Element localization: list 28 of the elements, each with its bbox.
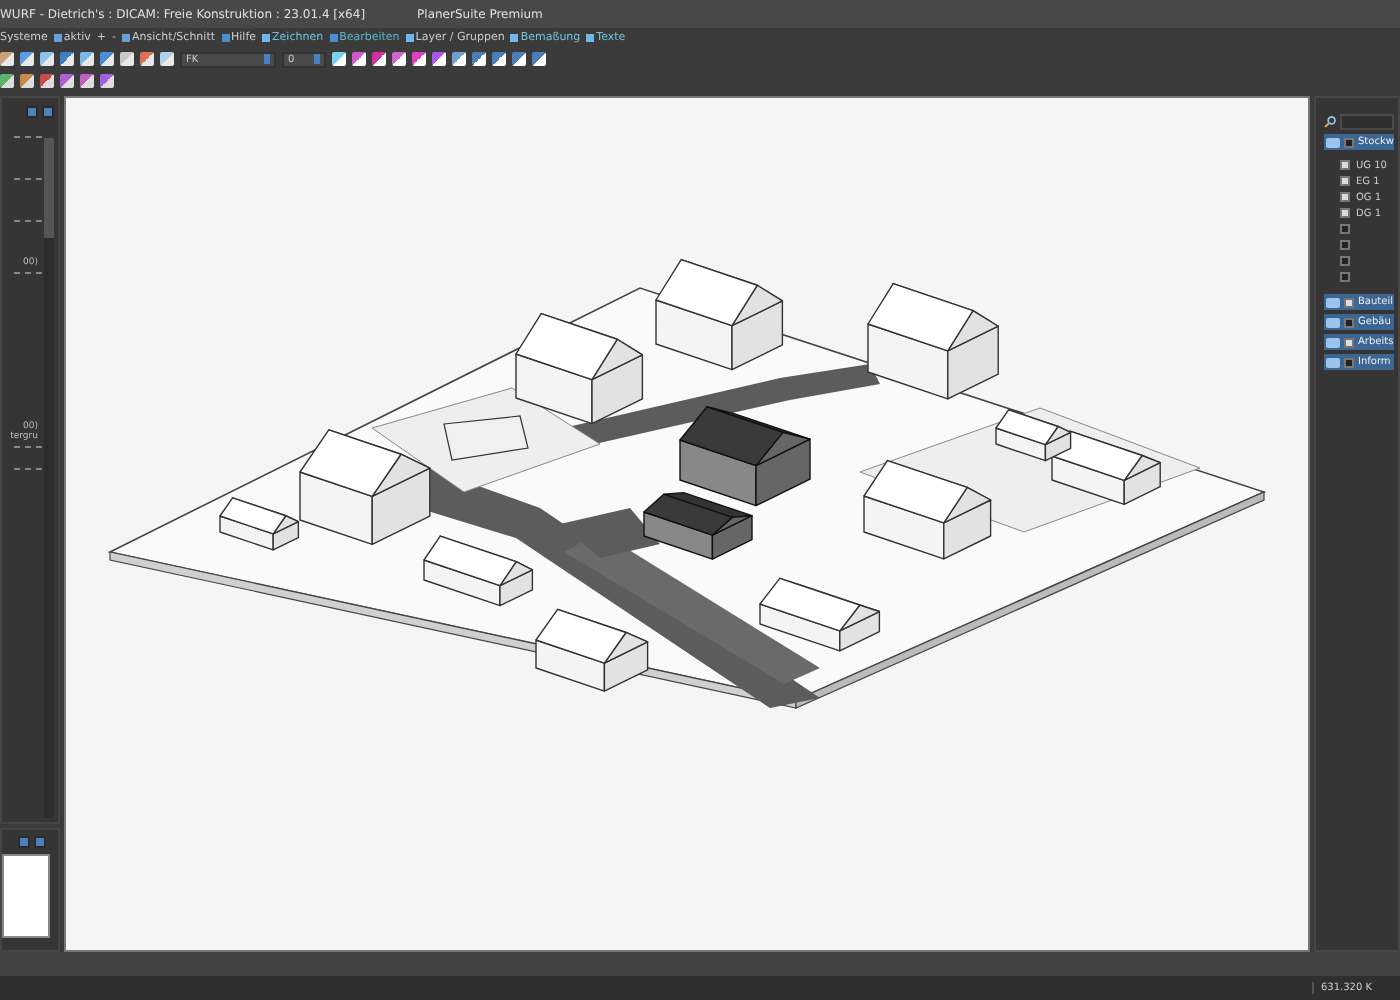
driveway [560,508,660,558]
scrollbar[interactable] [44,138,54,818]
checkbox[interactable] [1340,160,1350,170]
checkbox[interactable] [1340,208,1350,218]
folder-icon [1326,137,1340,147]
search-icon [1324,116,1336,128]
checkbox[interactable] [1344,297,1354,307]
house-drawing [535,608,649,692]
house-drawing [759,577,881,652]
checkbox[interactable] [1340,240,1350,250]
checkbox[interactable] [1340,176,1350,186]
house-drawing [655,259,784,371]
checkbox[interactable] [1340,256,1350,266]
house-drawing [867,283,999,400]
house-drawing [863,459,992,560]
drawing-canvas[interactable] [64,96,1310,952]
checkbox[interactable] [1340,192,1350,202]
house-drawing [1051,430,1161,505]
checkbox[interactable] [1344,137,1354,147]
preview-area [2,854,50,938]
house-drawing [515,313,644,425]
checkbox[interactable] [1344,357,1354,367]
checkbox[interactable] [1344,317,1354,327]
checkbox[interactable] [1340,272,1350,282]
house-drawing [995,409,1072,462]
checkbox[interactable] [1344,337,1354,347]
search-field[interactable] [1340,114,1394,130]
checkbox[interactable] [1340,224,1350,234]
